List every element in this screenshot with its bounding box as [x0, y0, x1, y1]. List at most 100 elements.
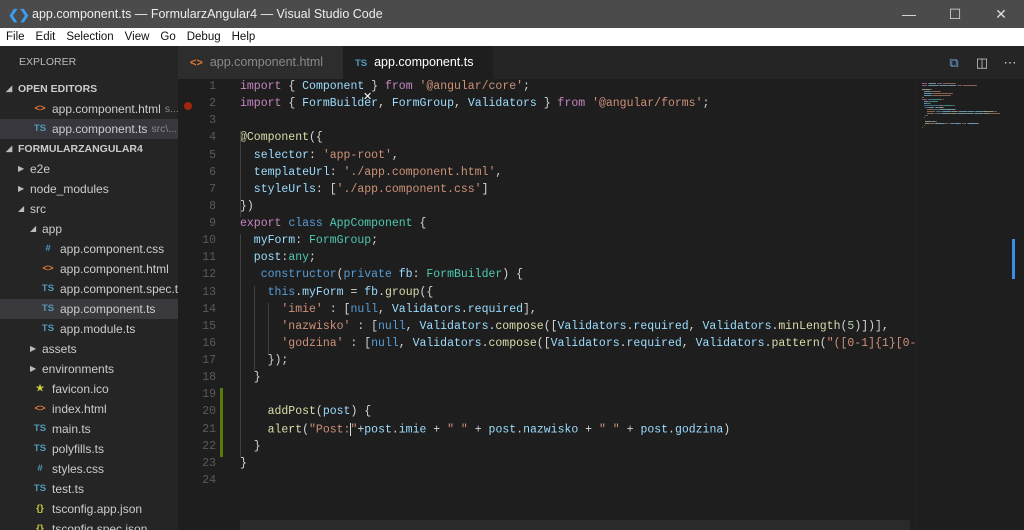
- file-name: polyfills.ts: [52, 442, 105, 456]
- file-item[interactable]: ★ favicon.ico: [0, 379, 178, 399]
- folder-item[interactable]: ▶ node_modules: [0, 179, 178, 199]
- file-item[interactable]: TS app.component.spec.ts: [0, 279, 178, 299]
- code-line[interactable]: export class AppComponent {: [240, 217, 426, 230]
- line-number: 8: [209, 199, 216, 213]
- tab-app-component-ts[interactable]: TS app.component.ts ✕: [343, 46, 493, 103]
- split-editor-icon[interactable]: ◫: [968, 55, 996, 71]
- file-item[interactable]: TS test.ts: [0, 479, 178, 499]
- code-token: myForm: [302, 285, 344, 299]
- code-token: import: [240, 97, 282, 111]
- code-line[interactable]: import { Component } from '@angular/core…: [240, 80, 530, 93]
- code-token: any: [288, 251, 310, 265]
- file-item[interactable]: {} tsconfig.spec.json: [0, 519, 178, 530]
- minimap-line: [942, 83, 955, 84]
- code-token: pattern: [771, 336, 820, 350]
- minimap-line: [948, 85, 957, 86]
- code-line[interactable]: import { FormBuilder, FormGroup, Validat…: [240, 97, 709, 110]
- folder-item[interactable]: ◢ app: [0, 219, 178, 239]
- folder-item[interactable]: ◢ src: [0, 199, 178, 219]
- menu-edit[interactable]: Edit: [30, 31, 61, 43]
- code-editor[interactable]: 1 import { Component } from '@angular/cor…: [178, 79, 916, 530]
- open-editor-item[interactable]: TS app.component.ts src\...: [0, 119, 178, 139]
- minimap-line: [939, 91, 941, 92]
- html-file-icon: <>: [34, 103, 46, 114]
- code-line[interactable]: templateUrl: './app.component.html',: [240, 166, 502, 179]
- menu-help[interactable]: Help: [226, 31, 261, 43]
- minimap-line: [931, 91, 940, 92]
- minimap-line: [927, 99, 932, 100]
- code-token: )])],: [854, 319, 889, 333]
- minimap-line: [923, 117, 925, 118]
- code-line[interactable]: }): [240, 200, 254, 213]
- code-line[interactable]: selector: 'app-root',: [240, 149, 399, 162]
- code-token: }: [364, 80, 385, 93]
- tab-app-component-html[interactable]: <> app.component.html: [178, 46, 343, 79]
- project-section[interactable]: ◢ FORMULARZANGULAR4: [0, 139, 178, 159]
- code-line[interactable]: styleUrls: ['./app.component.css']: [240, 183, 489, 196]
- file-item[interactable]: TS main.ts: [0, 419, 178, 439]
- horizontal-scrollbar[interactable]: [240, 520, 910, 530]
- file-item[interactable]: <> index.html: [0, 399, 178, 419]
- code-token: =: [343, 285, 365, 299]
- menu-file[interactable]: File: [0, 31, 30, 43]
- more-actions-icon[interactable]: ⋯: [996, 55, 1024, 71]
- code-token: (: [315, 405, 323, 419]
- menu-go[interactable]: Go: [154, 31, 180, 43]
- code-line[interactable]: myForm: FormGroup;: [240, 234, 378, 247]
- open-preview-icon[interactable]: ⧉: [940, 55, 968, 71]
- code-line[interactable]: this.myForm = fb.group({: [240, 285, 434, 299]
- minimize-button[interactable]: —: [886, 0, 932, 28]
- vertical-scrollbar[interactable]: [1012, 79, 1024, 530]
- menu-debug[interactable]: Debug: [181, 31, 226, 43]
- minimap-line: [950, 95, 951, 96]
- file-item[interactable]: {} tsconfig.app.json: [0, 499, 178, 519]
- code-token: private: [343, 268, 392, 282]
- folder-item[interactable]: ▶ environments: [0, 359, 178, 379]
- menu-selection[interactable]: Selection: [60, 31, 118, 43]
- code-line[interactable]: post:any;: [240, 251, 316, 264]
- code-token: class: [288, 217, 323, 231]
- file-item[interactable]: <> app.component.html: [0, 259, 178, 279]
- code-token: post: [240, 251, 282, 265]
- code-token: export: [240, 217, 282, 231]
- line-number: 9: [209, 217, 216, 231]
- code-line[interactable]: 'nazwisko' : [null, Validators.compose([…: [240, 319, 889, 333]
- file-path: s...: [164, 103, 178, 115]
- folder-item[interactable]: ▶ assets: [0, 339, 178, 359]
- code-token: }: [240, 371, 261, 385]
- folder-item[interactable]: ▶ e2e: [0, 159, 178, 179]
- menu-view[interactable]: View: [119, 31, 155, 43]
- code-line[interactable]: }: [240, 457, 247, 470]
- file-name: main.ts: [52, 422, 91, 436]
- minimap[interactable]: [916, 79, 1012, 530]
- file-name: test.ts: [52, 482, 85, 496]
- code-line[interactable]: constructor(private fb: FormBuilder) {: [240, 268, 523, 281]
- file-item[interactable]: # app.component.css: [0, 239, 178, 259]
- section-label: OPEN EDITORS: [18, 83, 98, 95]
- code-line[interactable]: }: [240, 440, 261, 453]
- file-name: index.html: [52, 402, 107, 416]
- minimap-line: [930, 103, 931, 104]
- html-file-icon: <>: [190, 57, 203, 69]
- code-token: '@angular/core': [419, 80, 524, 93]
- code-token: ([: [543, 319, 558, 333]
- code-token: 'imie': [240, 302, 323, 316]
- code-token: compose: [488, 336, 537, 350]
- code-line[interactable]: 'imie' : [null, Validators.required],: [240, 302, 536, 316]
- code-line[interactable]: }: [240, 371, 261, 384]
- code-line[interactable]: 'godzina' : [null, Validators.compose([V…: [240, 337, 916, 350]
- open-editors-section[interactable]: ◢ OPEN EDITORS: [0, 79, 178, 99]
- file-item[interactable]: TS polyfills.ts: [0, 439, 178, 459]
- code-line[interactable]: addPost(post) {: [240, 405, 372, 419]
- code-line[interactable]: });: [240, 354, 289, 367]
- open-editor-item[interactable]: <> app.component.html s...: [0, 99, 178, 119]
- code-line[interactable]: alert("Post:"+post.imie + " " + post.naz…: [240, 422, 730, 436]
- close-window-button[interactable]: ✕: [978, 0, 1024, 28]
- file-name: app: [42, 222, 63, 236]
- file-item[interactable]: TS app.module.ts: [0, 319, 178, 339]
- file-item[interactable]: TS app.component.ts: [0, 299, 178, 319]
- code-line[interactable]: @Component({: [240, 131, 323, 144]
- maximize-button[interactable]: ☐: [932, 0, 978, 28]
- code-token: ({: [309, 131, 323, 145]
- file-item[interactable]: # styles.css: [0, 459, 178, 479]
